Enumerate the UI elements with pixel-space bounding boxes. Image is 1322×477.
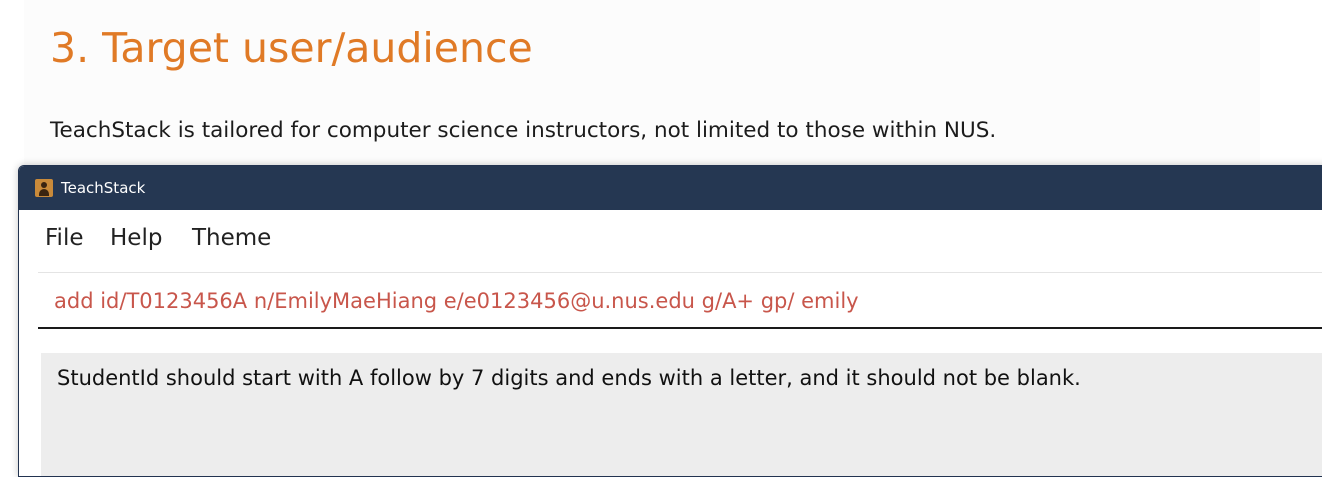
menu-file[interactable]: File [45, 221, 84, 255]
command-input[interactable] [54, 284, 1322, 318]
menu-theme[interactable]: Theme [192, 221, 271, 255]
app-window: TeachStack File Help Theme StudentId sho… [18, 165, 1322, 477]
result-display: StudentId should start with A follow by … [41, 353, 1322, 476]
doc-section-heading: 3. Target user/audience [50, 24, 533, 72]
menu-bar: File Help Theme [19, 210, 1322, 266]
window-title: TeachStack [61, 179, 146, 197]
title-bar[interactable]: TeachStack [19, 166, 1322, 210]
address-book-icon [35, 179, 53, 197]
doc-paragraph: TeachStack is tailored for computer scie… [50, 118, 997, 143]
result-message: StudentId should start with A follow by … [57, 366, 1081, 390]
command-box [38, 272, 1322, 329]
menu-help[interactable]: Help [110, 221, 162, 255]
